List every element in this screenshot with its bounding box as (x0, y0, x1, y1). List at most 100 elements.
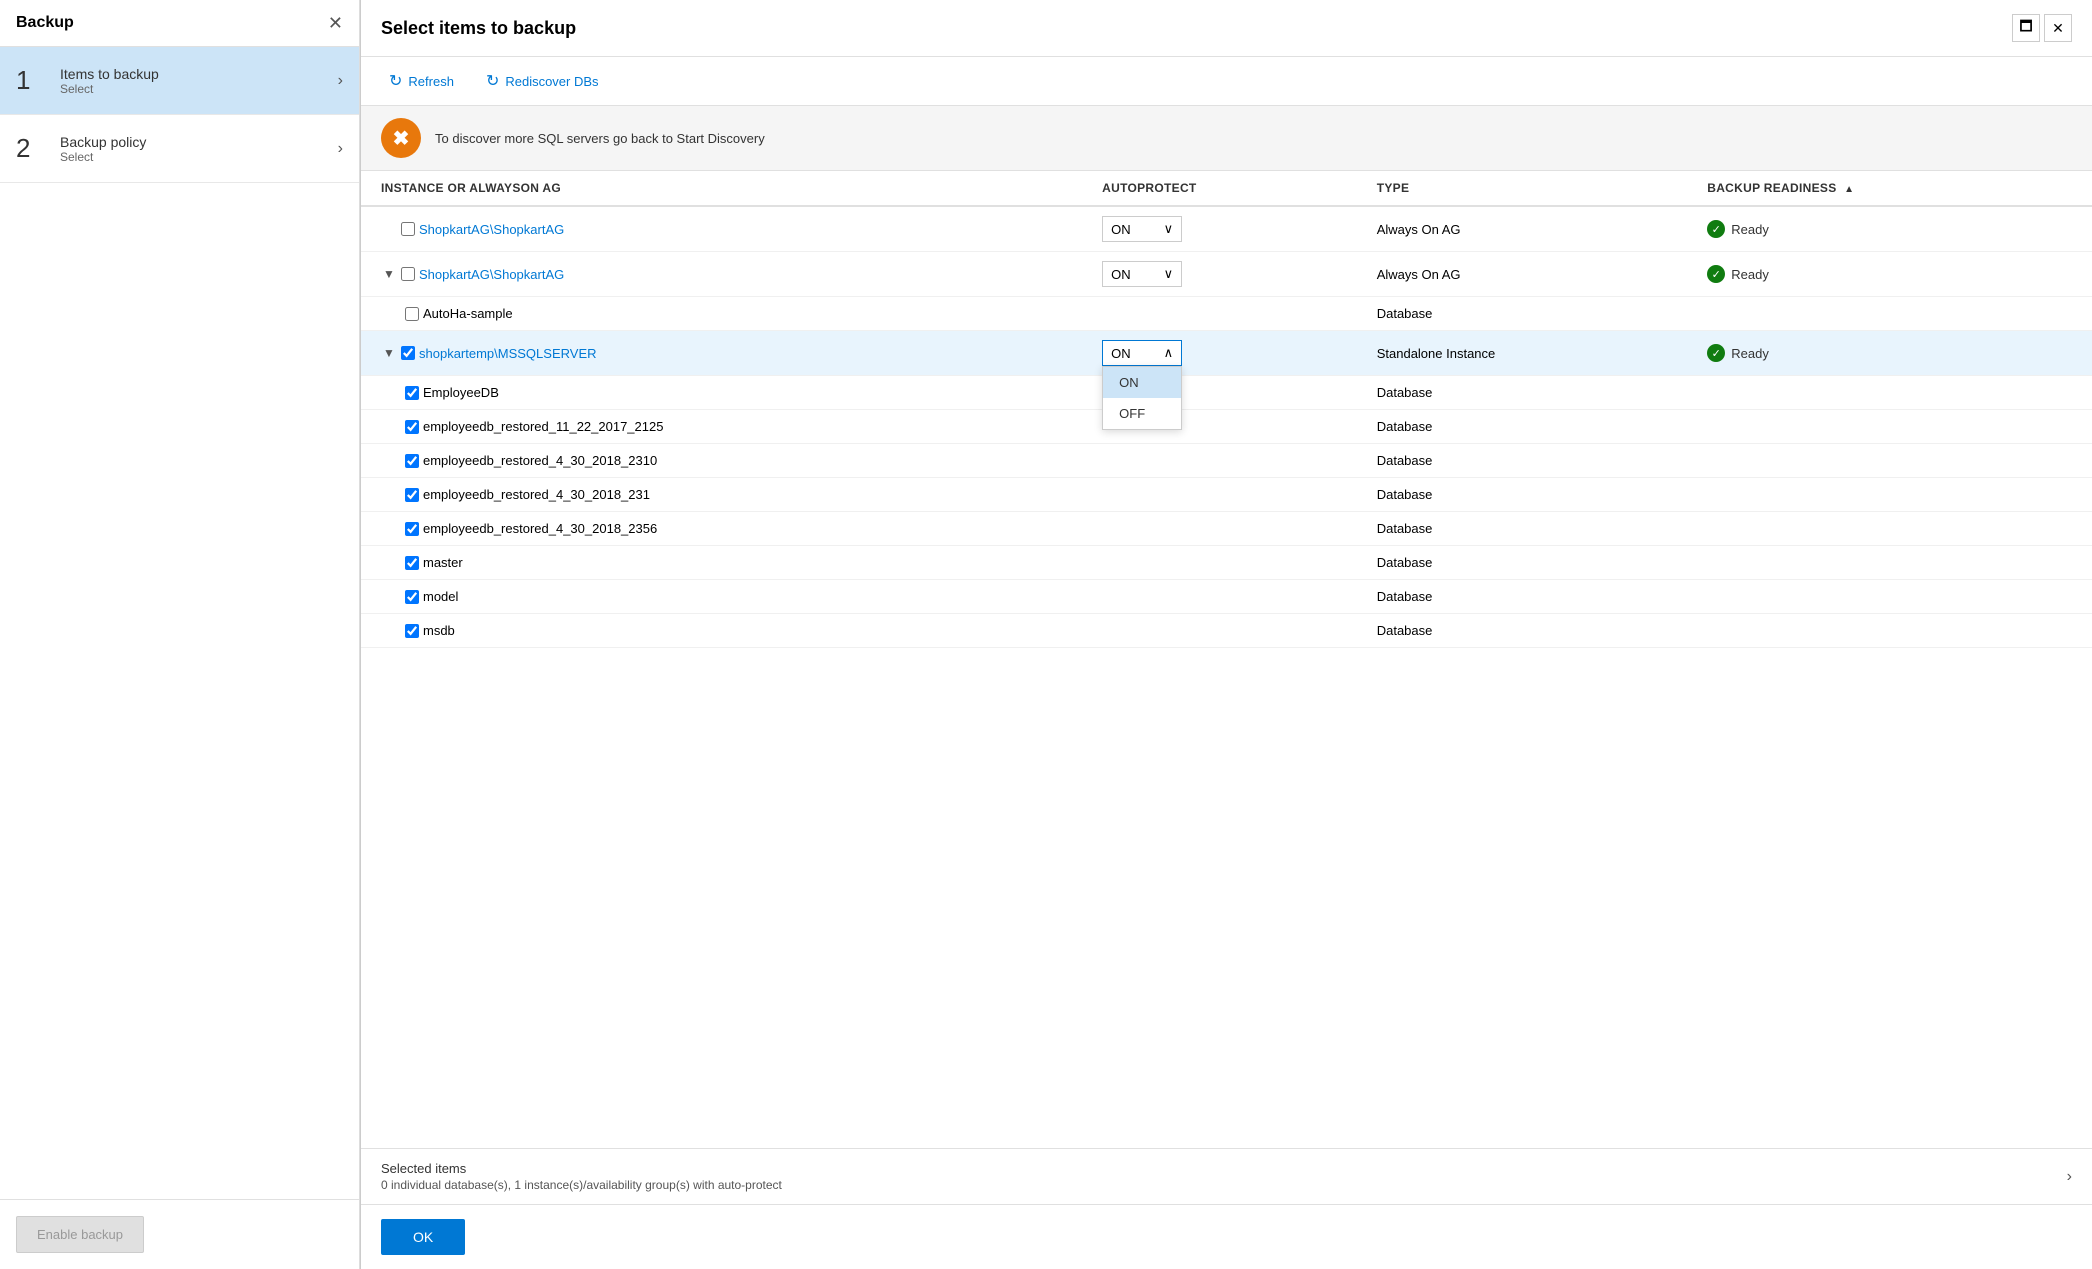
autoprotect-value: ON (1111, 346, 1131, 361)
row-checkbox[interactable] (405, 454, 419, 468)
row-checkbox[interactable] (405, 522, 419, 536)
row-checkbox[interactable] (401, 346, 415, 360)
row-checkbox[interactable] (405, 307, 419, 321)
left-header: Backup ✕ (0, 0, 359, 47)
refresh-button[interactable]: ↻ Refresh (381, 67, 462, 95)
step-1-item[interactable]: 1 Items to backup Select › (0, 47, 359, 115)
table-row: ▼shopkartemp\MSSQLSERVERON∧Standalone In… (361, 331, 2092, 376)
row-checkbox[interactable] (401, 267, 415, 281)
instance-cell: ▼ ShopkartAG\ShopkartAG (361, 252, 1090, 297)
expand-button[interactable]: ▼ (381, 346, 397, 360)
info-banner: ✖ To discover more SQL servers go back t… (361, 106, 2092, 171)
autoprotect-cell (1090, 614, 1365, 648)
autoprotect-cell (1090, 297, 1365, 331)
expand-button[interactable]: ▼ (381, 267, 397, 281)
autoprotect-dropdown-trigger[interactable]: ON ∨ (1102, 216, 1182, 242)
dropdown-chevron-icon: ∨ (1164, 221, 1174, 237)
autoprotect-cell: ON∨ (1090, 252, 1365, 297)
autoprotect-dropdown-trigger[interactable]: ON∨ (1102, 261, 1182, 287)
step-2-content: Backup policy Select (60, 134, 338, 164)
readiness-cell (1695, 512, 2092, 546)
table-header-row: INSTANCE OR ALWAYSON AG AUTOPROTECT TYPE… (361, 171, 2092, 206)
readiness-cell: ✓Ready (1695, 252, 2092, 297)
left-panel-close-button[interactable]: ✕ (328, 14, 343, 32)
row-checkbox[interactable] (401, 222, 415, 236)
table-row: modelDatabase (361, 580, 2092, 614)
ok-button[interactable]: OK (381, 1219, 465, 1255)
readiness-cell: ✓Ready (1695, 331, 2092, 376)
autoprotect-cell (1090, 444, 1365, 478)
dropdown-chevron-icon: ∧ (1164, 345, 1174, 361)
autoprotect-value: ON (1111, 222, 1131, 237)
instance-cell: master (361, 546, 1090, 580)
col-instance[interactable]: INSTANCE OR ALWAYSON AG (361, 171, 1090, 206)
row-checkbox[interactable] (405, 420, 419, 434)
ready-circle-icon: ✓ (1707, 265, 1725, 283)
rediscover-icon: ↻ (486, 71, 499, 91)
readiness-cell (1695, 376, 2092, 410)
info-banner-text: To discover more SQL servers go back to … (435, 131, 765, 146)
step-2-sublabel: Select (60, 150, 338, 164)
refresh-label: Refresh (408, 74, 454, 89)
instance-cell: employeedb_restored_4_30_2018_2356 (361, 512, 1090, 546)
type-cell: Database (1365, 512, 1696, 546)
database-name: employeedb_restored_4_30_2018_2356 (423, 521, 657, 536)
readiness-cell (1695, 410, 2092, 444)
step-2-label: Backup policy (60, 134, 338, 150)
readiness-cell (1695, 478, 2092, 512)
instance-name[interactable]: ShopkartAG\ShopkartAG (419, 222, 564, 237)
toolbar: ↻ Refresh ↻ Rediscover DBs (361, 57, 2092, 106)
table-row: AutoHa-sampleDatabase (361, 297, 2092, 331)
step-2-number: 2 (16, 133, 52, 164)
readiness-cell (1695, 546, 2092, 580)
left-panel-title: Backup (16, 14, 74, 32)
row-checkbox[interactable] (405, 624, 419, 638)
ready-text: Ready (1731, 222, 1769, 237)
selected-items-text: 0 individual database(s), 1 instance(s)/… (381, 1178, 782, 1192)
database-name: msdb (423, 623, 455, 638)
type-cell: Database (1365, 297, 1696, 331)
instance-cell: model (361, 580, 1090, 614)
col-type[interactable]: TYPE (1365, 171, 1696, 206)
col-readiness[interactable]: BACKUP READINESS ▲ (1695, 171, 2092, 206)
type-cell: Database (1365, 478, 1696, 512)
database-name: master (423, 555, 463, 570)
minimize-button[interactable]: 🗖 (2012, 14, 2040, 42)
row-checkbox[interactable] (405, 386, 419, 400)
type-cell: Database (1365, 546, 1696, 580)
table-row: EmployeeDBDatabase (361, 376, 2092, 410)
autoprotect-dropdown-wrapper: ON ∨ (1102, 216, 1182, 242)
database-name: EmployeeDB (423, 385, 499, 400)
instance-cell: ShopkartAG\ShopkartAG (361, 206, 1090, 252)
selected-items-title: Selected items (381, 1161, 782, 1176)
type-cell: Database (1365, 410, 1696, 444)
table-row: employeedb_restored_4_30_2018_2356 Databa… (361, 512, 2092, 546)
ready-badge: ✓Ready (1707, 220, 2080, 238)
instance-cell: ▼ shopkartemp\MSSQLSERVER (361, 331, 1090, 376)
table-row: ▼ShopkartAG\ShopkartAGON∨Always On AG✓Re… (361, 252, 2092, 297)
dropdown-option-on[interactable]: ON (1103, 367, 1181, 398)
instance-name[interactable]: ShopkartAG\ShopkartAG (419, 267, 564, 282)
rediscover-button[interactable]: ↻ Rediscover DBs (478, 67, 607, 95)
selected-footer[interactable]: Selected items 0 individual database(s),… (361, 1148, 2092, 1204)
autoprotect-cell (1090, 580, 1365, 614)
row-checkbox[interactable] (405, 488, 419, 502)
row-checkbox[interactable] (405, 590, 419, 604)
database-name: model (423, 589, 458, 604)
col-autoprotect[interactable]: AUTOPROTECT (1090, 171, 1365, 206)
instance-name[interactable]: shopkartemp\MSSQLSERVER (419, 346, 597, 361)
instance-cell: EmployeeDB (361, 376, 1090, 410)
right-panel-close-button[interactable]: ✕ (2044, 14, 2072, 42)
autoprotect-dropdown-menu[interactable]: ON OFF (1102, 366, 1182, 430)
dropdown-option-off[interactable]: OFF (1103, 398, 1181, 429)
table-row: employeedb_restored_11_22_2017_2125Datab… (361, 410, 2092, 444)
info-icon: ✖ (381, 118, 421, 158)
data-table: INSTANCE OR ALWAYSON AG AUTOPROTECT TYPE… (361, 171, 2092, 648)
row-checkbox[interactable] (405, 556, 419, 570)
right-header-actions: 🗖 ✕ (2012, 14, 2072, 42)
readiness-cell: ✓Ready (1695, 206, 2092, 252)
right-panel: Select items to backup 🗖 ✕ ↻ Refresh ↻ R… (360, 0, 2092, 1269)
selected-footer-content: Selected items 0 individual database(s),… (381, 1161, 782, 1192)
step-2-item[interactable]: 2 Backup policy Select › (0, 115, 359, 183)
autoprotect-dropdown-trigger[interactable]: ON ∧ (1102, 340, 1182, 366)
